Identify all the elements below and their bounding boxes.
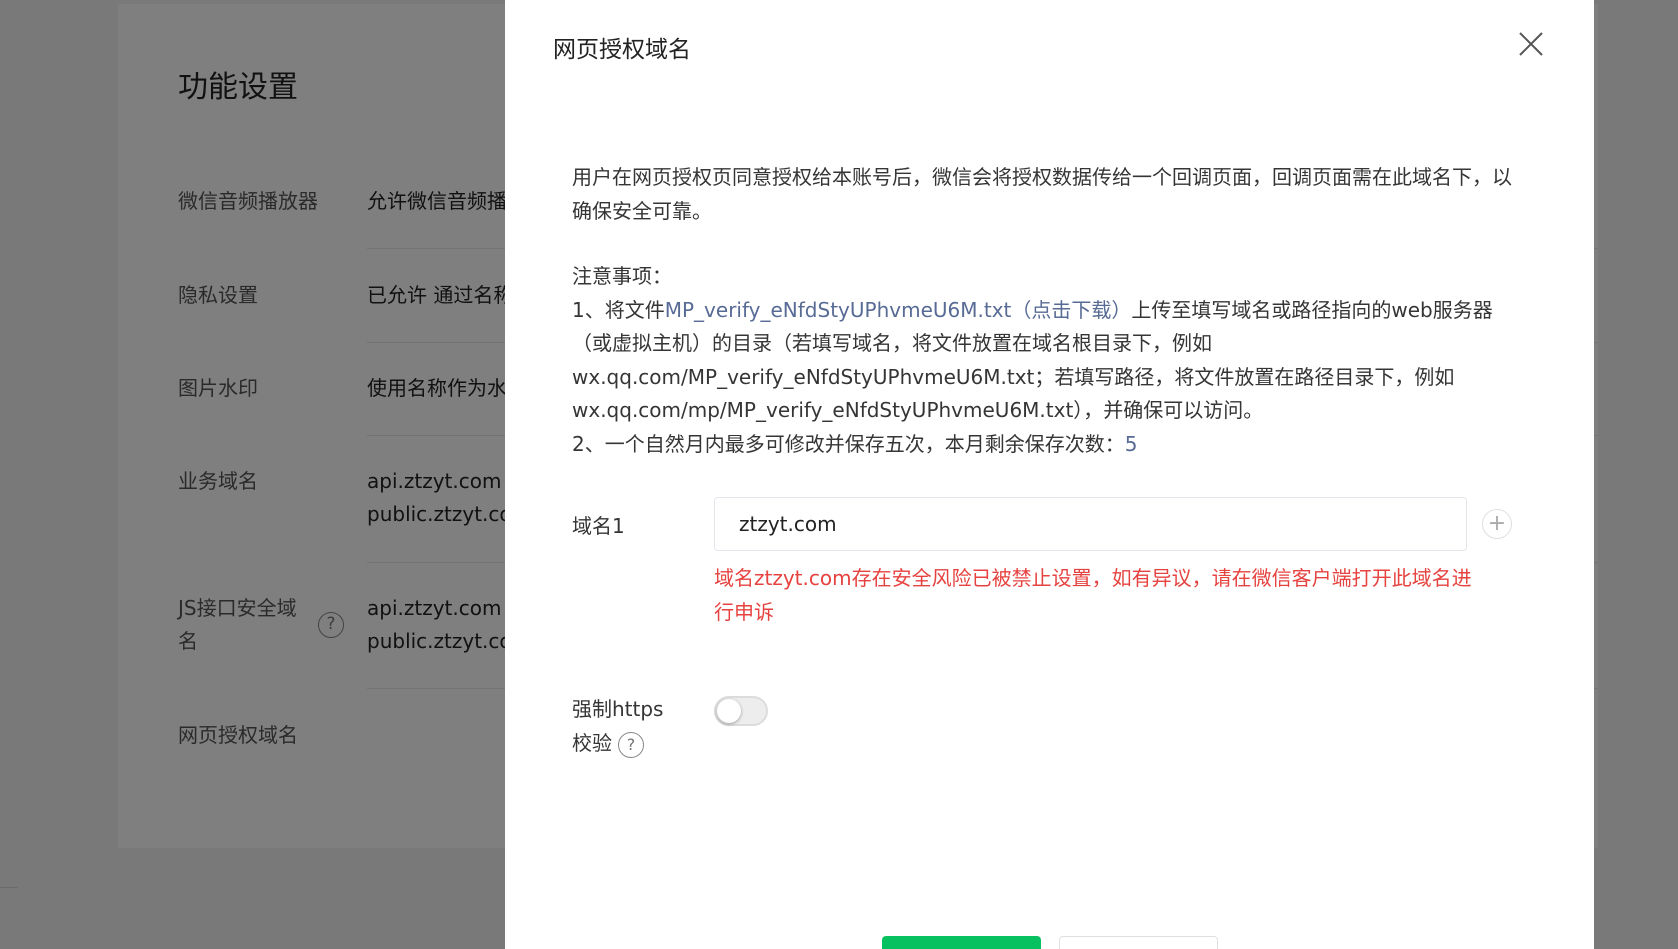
verify-file-download-link[interactable]: MP_verify_eNfdStyUPhvmeU6M.txt（点击下载） [665, 298, 1132, 322]
force-https-label: 强制https校验? [572, 692, 682, 760]
save-button[interactable] [882, 936, 1041, 949]
domain-1-input[interactable] [714, 497, 1467, 551]
close-button[interactable] [1515, 28, 1547, 60]
notes-section: 注意事项： 1、将文件MP_verify_eNfdStyUPhvmeU6M.tx… [572, 260, 1532, 461]
cancel-button[interactable] [1059, 936, 1218, 949]
force-https-toggle[interactable] [714, 696, 768, 726]
toggle-knob [717, 699, 741, 723]
dialog-description: 用户在网页授权页同意授权给本账号后，微信会将授权数据传给一个回调页面，回调页面需… [572, 165, 1512, 223]
add-domain-button[interactable]: + [1482, 509, 1512, 539]
help-icon[interactable]: ? [618, 731, 644, 758]
domain-1-label: 域名1 [572, 514, 625, 538]
notes-title: 注意事项： [572, 264, 672, 288]
dialog-title: 网页授权域名 [553, 37, 691, 63]
domain-error-message: 域名ztzyt.com存在安全风险已被禁止设置，如有异议，请在微信客户端打开此域… [714, 566, 1472, 624]
oauth-domain-dialog: 网页授权域名 用户在网页授权页同意授权给本账号后，微信会将授权数据传给一个回调页… [505, 0, 1594, 949]
note-1: 1、将文件MP_verify_eNfdStyUPhvmeU6M.txt（点击下载… [572, 294, 1532, 428]
note-2-text: 2、一个自然月内最多可修改并保存五次，本月剩余保存次数： [572, 431, 1125, 456]
note-1-prefix: 1、将文件 [572, 297, 665, 322]
remaining-saves-count: 5 [1124, 431, 1138, 456]
note-2: 2、一个自然月内最多可修改并保存五次，本月剩余保存次数：5 [572, 428, 1532, 462]
close-icon [1519, 32, 1543, 56]
plus-icon: + [1487, 511, 1507, 536]
